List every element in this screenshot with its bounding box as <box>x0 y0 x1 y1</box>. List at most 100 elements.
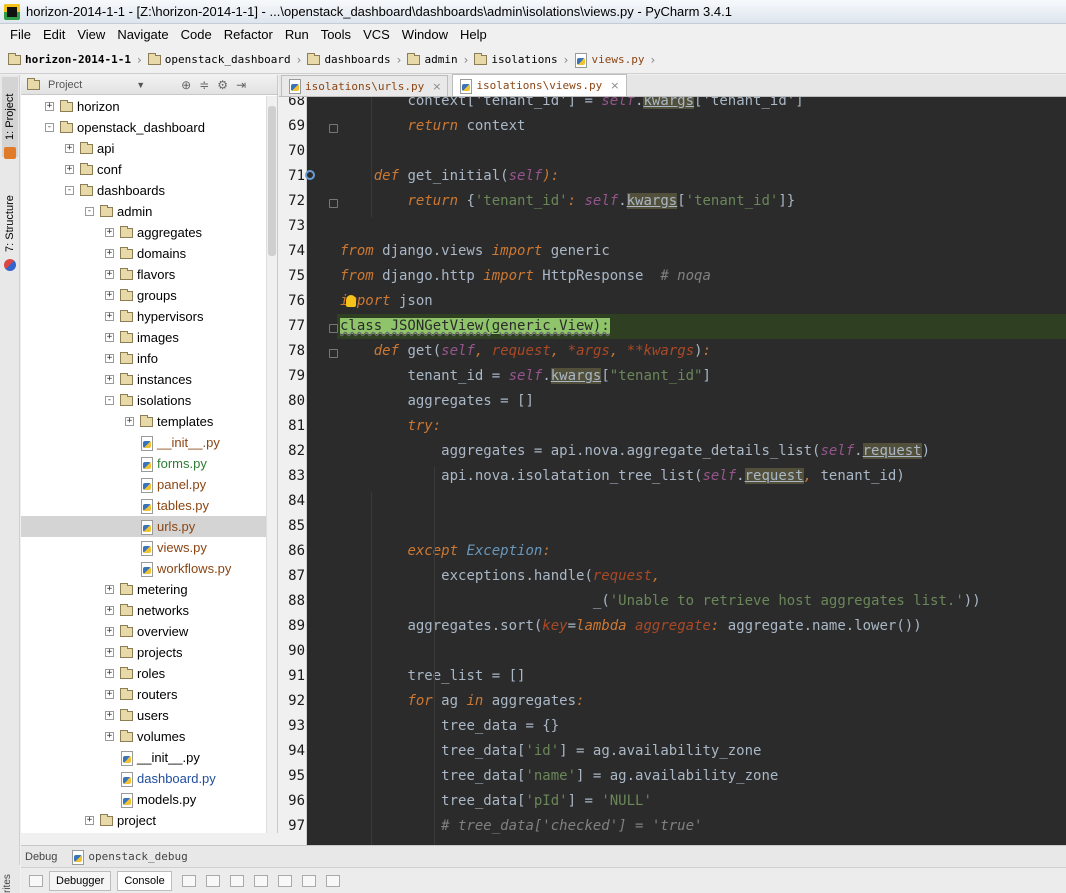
editor-tab[interactable]: isolations\views.py × <box>452 74 627 96</box>
code-line[interactable]: tree_data = {} <box>441 714 559 739</box>
tree-file[interactable]: panel.py <box>21 474 266 495</box>
tree-folder-metering[interactable]: + metering <box>21 579 266 600</box>
collapse-all-icon[interactable]: ≑ <box>199 78 209 92</box>
tree-folder-aggregates[interactable]: + aggregates <box>21 222 266 243</box>
breadcrumb-item[interactable]: views.py › <box>574 52 661 68</box>
breadcrumb-item[interactable]: openstack_dashboard › <box>147 52 308 67</box>
tab-console[interactable]: Console <box>117 870 172 891</box>
expand-icon[interactable]: + <box>105 585 114 594</box>
override-method-icon[interactable] <box>305 170 315 180</box>
menu-navigate[interactable]: Navigate <box>111 24 174 46</box>
code-line[interactable]: context['tenant_id'] = self.kwargs['tena… <box>407 97 804 114</box>
tree-folder-info[interactable]: + info <box>21 348 266 369</box>
tree-folder-groups[interactable]: + groups <box>21 285 266 306</box>
tool-tab-favorites[interactable]: rites <box>2 865 13 893</box>
collapse-icon[interactable]: - <box>45 123 54 132</box>
code-line[interactable]: class JSONGetView(generic.View): <box>340 314 610 339</box>
code-line[interactable]: _('Unable to retrieve host aggregates li… <box>593 589 981 614</box>
menu-edit[interactable]: Edit <box>37 24 71 46</box>
tool-tab-project[interactable]: 1: Project <box>2 77 18 157</box>
code-line[interactable]: api.nova.isolatation_tree_list(self.requ… <box>441 464 905 489</box>
tree-file[interactable]: urls.py <box>21 516 266 537</box>
collapse-icon[interactable]: - <box>105 396 114 405</box>
tree-folder-instances[interactable]: + instances <box>21 369 266 390</box>
expand-icon[interactable]: + <box>105 711 114 720</box>
code-line[interactable]: tree_data['name'] = ag.availability_zone <box>441 764 778 789</box>
menu-window[interactable]: Window <box>396 24 454 46</box>
code-line[interactable]: def get(self, request, *args, **kwargs): <box>374 339 711 364</box>
fold-marker-icon[interactable] <box>329 199 338 208</box>
code-line[interactable]: from django.http import HttpResponse # n… <box>340 264 711 289</box>
expand-icon[interactable]: + <box>105 648 114 657</box>
tree-folder-project[interactable]: + project <box>21 810 266 831</box>
tree-folder-flavors[interactable]: + flavors <box>21 264 266 285</box>
expand-icon[interactable]: + <box>65 144 74 153</box>
tree-folder-admin[interactable]: - admin <box>21 201 266 222</box>
expand-icon[interactable]: + <box>105 690 114 699</box>
tool-tab-structure[interactable]: 7: Structure <box>2 179 18 269</box>
code-line[interactable]: aggregates = [] <box>407 389 533 414</box>
locate-icon[interactable]: ⊕ <box>181 78 191 92</box>
code-line[interactable]: tree_data['id'] = ag.availability_zone <box>441 739 761 764</box>
tree-folder-isolations[interactable]: - isolations <box>21 390 266 411</box>
step-into-my-code-icon[interactable] <box>253 874 268 887</box>
tree-folder-networks[interactable]: + networks <box>21 600 266 621</box>
tree-folder-openstack_dashboard[interactable]: - openstack_dashboard <box>21 117 266 138</box>
code-line[interactable]: aggregates.sort(key=lambda aggregate: ag… <box>407 614 921 639</box>
menu-tools[interactable]: Tools <box>315 24 357 46</box>
evaluate-expression-icon[interactable] <box>325 874 340 887</box>
code-line[interactable]: exceptions.handle(request, <box>441 564 660 589</box>
chevron-down-icon[interactable]: ▼ <box>136 80 145 90</box>
breadcrumb-item[interactable]: horizon-2014-1-1 › <box>8 52 148 67</box>
lightbulb-icon[interactable] <box>346 295 356 307</box>
structure-tool-icon[interactable] <box>4 259 16 271</box>
menu-view[interactable]: View <box>71 24 111 46</box>
close-icon[interactable]: × <box>432 80 441 93</box>
step-out-icon[interactable] <box>277 874 292 887</box>
menu-vcs[interactable]: VCS <box>357 24 396 46</box>
tree-file[interactable]: workflows.py <box>21 558 266 579</box>
tree-folder-api[interactable]: + api <box>21 138 266 159</box>
tree-file[interactable]: __init__.py <box>21 747 266 768</box>
tree-folder-roles[interactable]: + roles <box>21 663 266 684</box>
tree-folder-projects[interactable]: + projects <box>21 642 266 663</box>
collapse-icon[interactable]: - <box>85 207 94 216</box>
expand-icon[interactable]: + <box>105 606 114 615</box>
tree-folder-horizon[interactable]: + horizon <box>21 96 266 117</box>
expand-icon[interactable]: + <box>105 270 114 279</box>
code-line[interactable]: return context <box>407 114 525 139</box>
menu-help[interactable]: Help <box>454 24 493 46</box>
code-line[interactable]: tree_list = [] <box>407 664 525 689</box>
tree-folder-overview[interactable]: + overview <box>21 621 266 642</box>
breadcrumb-item[interactable]: admin › <box>407 52 474 67</box>
editor-tab[interactable]: isolations\urls.py × <box>281 75 449 96</box>
tree-file[interactable]: models.py <box>21 789 266 810</box>
code-line[interactable]: except Exception: <box>407 539 550 564</box>
expand-icon[interactable]: + <box>65 165 74 174</box>
show-execution-point-icon[interactable] <box>181 874 196 887</box>
menu-code[interactable]: Code <box>175 24 218 46</box>
tree-folder-users[interactable]: + users <box>21 705 266 726</box>
close-icon[interactable]: × <box>610 79 619 92</box>
gear-icon[interactable]: ⚙ <box>217 78 228 92</box>
code-line[interactable]: aggregates = api.nova.aggregate_details_… <box>441 439 930 464</box>
fold-marker-icon[interactable] <box>329 349 338 358</box>
project-panel-title[interactable]: Project <box>48 79 82 91</box>
expand-icon[interactable]: + <box>105 312 114 321</box>
code-line[interactable]: return {'tenant_id': self.kwargs['tenant… <box>407 189 795 214</box>
scrollbar-thumb[interactable] <box>268 106 276 256</box>
tree-folder-hypervisors[interactable]: + hypervisors <box>21 306 266 327</box>
resume-icon[interactable] <box>29 874 43 887</box>
expand-icon[interactable]: + <box>105 375 114 384</box>
expand-icon[interactable]: + <box>105 333 114 342</box>
tree-folder-volumes[interactable]: + volumes <box>21 726 266 747</box>
step-over-icon[interactable] <box>205 874 220 887</box>
code-editor[interactable]: 68 69 70 71 72 73 74 75 76 77 78 79 80 81 82 83 84 85 86 87… <box>279 97 1066 845</box>
tree-folder-templates[interactable]: + templates <box>21 411 266 432</box>
code-line[interactable]: # tree_data['checked'] = 'true' <box>441 814 702 839</box>
project-scrollbar[interactable] <box>266 96 277 833</box>
menu-run[interactable]: Run <box>279 24 315 46</box>
breadcrumb-item[interactable]: dashboards › <box>307 52 407 67</box>
breadcrumb-item[interactable]: isolations › <box>474 52 574 67</box>
expand-icon[interactable]: + <box>105 732 114 741</box>
